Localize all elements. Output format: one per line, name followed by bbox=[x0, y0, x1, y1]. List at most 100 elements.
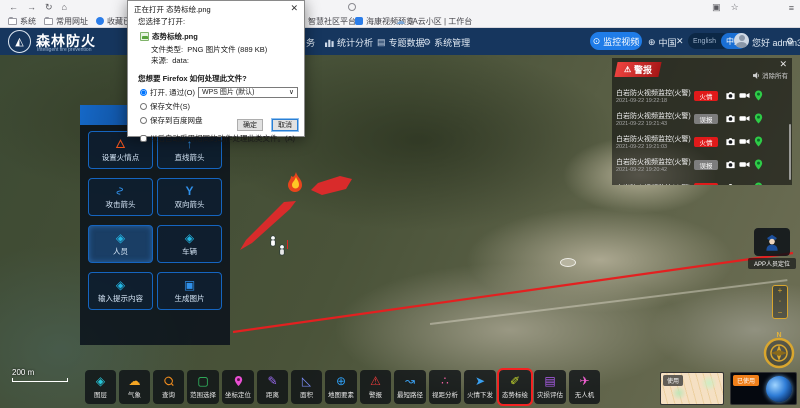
clear-all-button[interactable]: 消除所有 bbox=[753, 70, 788, 80]
tool-input-hint[interactable]: ◈输入提示内容 bbox=[88, 272, 153, 310]
layers-icon: ◈ bbox=[96, 375, 105, 387]
false-alarm-tag-button[interactable]: 误报 bbox=[694, 114, 718, 124]
basemap-2d-thumbnail[interactable]: 使用 bbox=[660, 372, 724, 405]
toolbar-search[interactable]: Ϙ查询 bbox=[153, 370, 184, 404]
toolbar-distance[interactable]: ✎距离 bbox=[257, 370, 288, 404]
back-icon[interactable]: ← bbox=[9, 3, 18, 12]
home-icon[interactable]: ⌂ bbox=[62, 3, 67, 12]
reload-icon[interactable]: ↻ bbox=[45, 3, 53, 12]
warning-icon: ⚠ bbox=[370, 375, 381, 387]
menu-item-system[interactable]: ⚙系统管理 bbox=[423, 36, 470, 49]
screenshot-icon[interactable]: ▣ bbox=[712, 2, 721, 13]
alert-row[interactable]: 白岩防火视频监控(火警)2021-09-22 19:21:03 火情 bbox=[612, 130, 792, 153]
toolbar-coordinate-locate[interactable]: 坐标定位 bbox=[222, 370, 254, 404]
open-with-label: 打开, 通过(O) bbox=[150, 87, 195, 98]
camera-icon[interactable] bbox=[725, 90, 736, 101]
toolbar-layers[interactable]: ◈图层 bbox=[85, 370, 116, 404]
open-with-radio[interactable] bbox=[140, 89, 147, 96]
toolbar-map-elements[interactable]: ⊕地图要素 bbox=[325, 370, 357, 404]
alert-row[interactable]: 白岩防火视频监控(火警)2021-09-22 19:20:42 误报 bbox=[612, 153, 792, 176]
app-personnel-locate-button[interactable]: APP人员定位 bbox=[748, 228, 796, 269]
menu-item-thematic-data[interactable]: ▤专题数据 bbox=[377, 36, 425, 49]
bookmark-community[interactable]: 智慧社区平台 bbox=[308, 16, 356, 27]
monitor-video-button[interactable]: ⊙监控视频 bbox=[590, 32, 642, 50]
tool-personnel[interactable]: ◈人员 bbox=[88, 225, 153, 263]
bookmark-5a-cloud[interactable]: ☁5A云小区 | 工作台 bbox=[396, 16, 472, 27]
camcorder-icon[interactable] bbox=[739, 159, 750, 170]
fire-tag-button[interactable]: 火情 bbox=[694, 91, 718, 101]
remember-label: 以后自动采用相同的动作处理此类文件。(A) bbox=[150, 133, 295, 144]
tool-generate-image[interactable]: ▣生成图片 bbox=[157, 272, 222, 310]
toolbar-weather[interactable]: ☁气象 bbox=[119, 370, 150, 404]
tool-two-way-arrow[interactable]: Y双向箭头 bbox=[157, 178, 222, 216]
camcorder-icon[interactable] bbox=[739, 136, 750, 147]
dialog-question: 您想要 Firefox 如何处理此文件? bbox=[138, 73, 298, 84]
bookmark-star-icon[interactable]: ☆ bbox=[731, 2, 739, 13]
toolbar-damage-assess[interactable]: ▤灾损评估 bbox=[534, 370, 566, 404]
toolbar-shortest-path[interactable]: ↝最短路径 bbox=[394, 370, 426, 404]
dialog-close-icon[interactable]: ✕ bbox=[290, 3, 298, 14]
location-pin-icon[interactable] bbox=[753, 90, 764, 101]
cancel-button[interactable]: 取消 bbox=[272, 119, 298, 131]
save-file-radio[interactable] bbox=[140, 103, 147, 110]
road bbox=[430, 279, 787, 324]
camcorder-icon[interactable] bbox=[739, 113, 750, 124]
compass[interactable]: N bbox=[760, 330, 798, 370]
location-pin-icon[interactable] bbox=[753, 182, 764, 185]
lang-english[interactable]: English bbox=[688, 38, 716, 45]
pin-icon bbox=[233, 375, 244, 387]
menu-item-stats[interactable]: 统计分析 bbox=[325, 36, 373, 49]
false-alarm-tag-button[interactable]: 误报 bbox=[694, 160, 718, 170]
cloud-icon: ☁ bbox=[396, 16, 405, 27]
alert-row[interactable]: 白岩防火视频监控(火警)2021-09-22 19:21:43 误报 bbox=[612, 107, 792, 130]
alert-row[interactable]: 白岩防火视频监控(火警) 火情 bbox=[612, 176, 792, 185]
close-icon[interactable]: ✕ bbox=[779, 59, 787, 70]
gear-icon: ⚙ bbox=[423, 37, 431, 48]
location-pin-icon[interactable] bbox=[753, 113, 764, 124]
alert-row[interactable]: 白岩防火视频监控(火警)2021-09-22 19:22:18 火情 bbox=[612, 84, 792, 107]
language-toggle[interactable]: English 中文 bbox=[688, 33, 730, 49]
ok-button[interactable]: 确定 bbox=[237, 119, 263, 131]
route-icon: ↝ bbox=[405, 375, 415, 387]
camera-icon[interactable] bbox=[725, 182, 736, 185]
location-pin-icon[interactable] bbox=[753, 136, 764, 147]
camcorder-icon[interactable] bbox=[739, 90, 750, 101]
globe-icon: ⊕ bbox=[336, 375, 346, 387]
toolbar-alerts[interactable]: ⚠警报 bbox=[360, 370, 391, 404]
remember-checkbox[interactable] bbox=[140, 135, 147, 142]
zoom-in-icon[interactable]: + bbox=[778, 287, 783, 295]
camera-icon[interactable] bbox=[725, 136, 736, 147]
toolbar-situation-plot[interactable]: ✐态势标绘 bbox=[499, 370, 531, 404]
fullscreen-icon[interactable]: ✕ bbox=[676, 36, 684, 47]
alert-panel: ⚠警报 ✕ 消除所有 白岩防火视频监控(火警)2021-09-22 19:22:… bbox=[612, 58, 792, 185]
zoom-out-icon[interactable]: − bbox=[778, 309, 783, 317]
bookmark-folder-common[interactable]: 常用网址 bbox=[44, 16, 88, 27]
region-selector[interactable]: ⊕中国 bbox=[648, 36, 677, 49]
bookmark-folder-sys[interactable]: 系统 bbox=[8, 16, 36, 27]
fire-tag-button[interactable]: 火情 bbox=[694, 183, 718, 186]
magnifier-icon: Ϙ bbox=[161, 373, 176, 388]
toolbar-area[interactable]: ◺面积 bbox=[291, 370, 322, 404]
menu-hamburger-icon[interactable]: ≡ bbox=[789, 3, 794, 13]
open-with-select[interactable]: WPS 图片 (默认)∨ bbox=[198, 87, 298, 98]
camera-icon[interactable] bbox=[725, 159, 736, 170]
pencil-icon: ✎ bbox=[267, 375, 277, 387]
location-pin-icon[interactable] bbox=[753, 159, 764, 170]
basemap-3d-thumbnail[interactable]: 已使用 bbox=[730, 372, 797, 405]
toolbar-drone[interactable]: ✈无人机 bbox=[569, 370, 600, 404]
camcorder-icon[interactable] bbox=[739, 182, 750, 185]
settings-gear-icon[interactable]: ⚙ bbox=[786, 36, 794, 47]
alert-scrollbar[interactable] bbox=[789, 124, 792, 180]
forward-icon[interactable]: → bbox=[27, 3, 36, 12]
tool-attack-arrow[interactable]: ∿攻击箭头 bbox=[88, 178, 153, 216]
toolbar-sight-analysis[interactable]: ∴视距分析 bbox=[429, 370, 461, 404]
map-zoom-control[interactable]: + ▫ − bbox=[772, 285, 788, 319]
toolbar-range-select[interactable]: ▢范围选择 bbox=[187, 370, 219, 404]
camera-icon[interactable] bbox=[725, 113, 736, 124]
zoom-reset-icon[interactable]: ▫ bbox=[779, 299, 781, 305]
fire-tag-button[interactable]: 火情 bbox=[694, 137, 718, 147]
menu-item-partial[interactable]: 务 bbox=[306, 36, 315, 49]
toolbar-fire-dispatch[interactable]: ➤火情下发 bbox=[464, 370, 496, 404]
tool-vehicle[interactable]: ◈车辆 bbox=[157, 225, 222, 263]
avatar[interactable] bbox=[734, 33, 749, 48]
